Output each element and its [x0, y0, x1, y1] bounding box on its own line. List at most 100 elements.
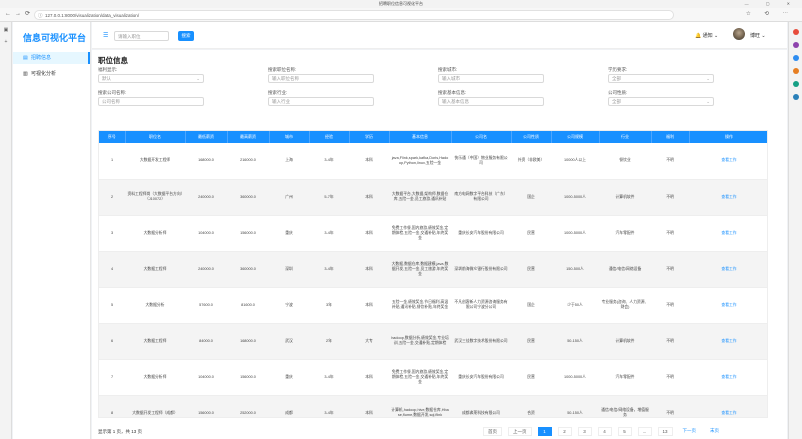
column-header[interactable]: 公司性质	[511, 131, 552, 143]
view-job-link[interactable]: 查看工作	[689, 143, 767, 180]
education-select[interactable]: 全部 ⌄	[608, 74, 714, 83]
tab-icon[interactable]: ▣	[2, 26, 10, 34]
table-cell: 50-150人	[551, 395, 599, 417]
info-icon: ⓘ	[38, 13, 43, 18]
list-icon: ▤	[23, 55, 28, 61]
view-job-link[interactable]: 查看工作	[689, 251, 767, 288]
page-button[interactable]: 4	[597, 427, 612, 436]
column-header[interactable]: 福利	[651, 131, 690, 143]
browser-toolbar-icons[interactable]: ☆ ⟲ ⋯	[746, 11, 794, 17]
table-row[interactable]: 7 大数据分析师 104000.0 156000.0 重庆 3-4年 本科 免费工作餐,国内旅…	[99, 359, 767, 396]
column-header[interactable]: 最高薪资	[227, 131, 270, 143]
app-icon[interactable]	[792, 42, 799, 48]
app-icon[interactable]	[792, 81, 799, 87]
user-menu[interactable]: 博旺 ⌄	[750, 32, 766, 39]
welfare-select[interactable]: 默认 ⌄	[98, 74, 204, 83]
url-field[interactable]: ⓘ 127.0.0.1:8000/visualization/data_visu…	[34, 10, 674, 20]
table-row[interactable]: 4 大数据工程师 240000.0 360000.0 深圳 3-4年 本科 大数据,数据仓库,…	[99, 251, 767, 288]
company-input[interactable]: 公司名称	[98, 97, 204, 106]
view-job-link[interactable]: 查看工作	[689, 215, 767, 252]
table-cell: 本科	[349, 143, 389, 180]
table-cell: 本科	[349, 251, 389, 288]
view-job-link[interactable]: 查看工作	[689, 287, 767, 324]
view-job-link[interactable]: 查看工作	[689, 323, 767, 360]
sidebar: 信息可视化平台 ▤ 招聘信息 ▥ 可视化分析	[13, 22, 91, 439]
app-icon[interactable]	[792, 55, 799, 61]
table-cell: 重庆长安汽车股份有限公司	[451, 215, 511, 252]
table-cell: 免费工作餐,国内旅游,绩效奖金,定期体检,五险一金,交通补贴,年终奖金	[389, 359, 451, 396]
table-cell: 大数据分析师	[125, 359, 185, 396]
avatar[interactable]	[733, 28, 745, 40]
column-header[interactable]: 基本信息	[389, 131, 452, 143]
page-button[interactable]: 首页	[483, 427, 502, 436]
app-icon[interactable]	[792, 68, 799, 74]
window-controls[interactable]: — ▢ ✕	[745, 0, 798, 8]
page-button[interactable]: 5	[617, 427, 632, 436]
table-cell: 50-150人	[551, 323, 599, 360]
column-header[interactable]: 学历	[349, 131, 390, 143]
username-label: 博旺	[750, 33, 761, 39]
search-input[interactable]: 请输入职位	[114, 31, 169, 41]
window-title: 招聘职位信息可视化平台	[379, 1, 423, 6]
column-header[interactable]: 最低薪资	[185, 131, 228, 143]
column-header[interactable]: 操作	[689, 131, 767, 143]
top-header: ☰ 请输入职位 搜索 🔔 通知 ⌄ 博旺 ⌄	[92, 22, 787, 49]
filter-label: 学历要求:	[608, 67, 628, 72]
filter-company: 搜索公司名称: 公司名称	[98, 90, 204, 106]
table-cell: 国企	[511, 179, 551, 216]
select-value: 默认	[102, 76, 111, 81]
column-header[interactable]: 城市	[269, 131, 310, 143]
app-icon[interactable]	[792, 94, 799, 100]
job-name-input[interactable]: 输入职位名称	[268, 74, 374, 83]
sidebar-item-jobs[interactable]: ▤ 招聘信息	[13, 52, 90, 64]
city-input[interactable]: 输入城市	[438, 74, 544, 83]
page-button[interactable]: 末页	[706, 427, 724, 436]
view-job-link[interactable]: 查看工作	[689, 359, 767, 396]
search-button[interactable]: 搜索	[178, 31, 194, 41]
industry-input[interactable]: 输入行业	[268, 97, 374, 106]
notification-menu[interactable]: 🔔 通知 ⌄	[695, 32, 718, 39]
filter-company-type: 公司性质: 全部 ⌄	[608, 90, 714, 106]
sidebar-item-analysis[interactable]: ▥ 可视化分析	[13, 68, 90, 80]
view-job-link[interactable]: 查看工作	[689, 179, 767, 216]
table-row[interactable]: 2 资料工程师岗（大数据平台方向）（J10072） 240000.0 360000.0…	[99, 179, 767, 216]
search-app-icon[interactable]	[792, 29, 799, 35]
page-button[interactable]: 13	[657, 427, 673, 436]
column-header[interactable]: 公司规模	[551, 131, 600, 143]
column-header[interactable]: 公司名	[451, 131, 512, 143]
company-type-select[interactable]: 全部 ⌄	[608, 97, 714, 106]
page-button[interactable]: ...	[637, 427, 652, 436]
table-cell: 大专	[349, 323, 389, 360]
browser-titlebar: 招聘职位信息可视化平台 — ▢ ✕	[0, 0, 802, 8]
column-header[interactable]: 序号	[99, 131, 126, 143]
page-button[interactable]: 下一页	[678, 427, 701, 436]
table-cell: 宁波	[269, 287, 309, 324]
table-row[interactable]: 6 大数据工程师 84000.0 168000.0 武汉 2年 大专 hadoop,数据分析,…	[99, 323, 767, 360]
filter-label: 搜索基本信息:	[438, 90, 467, 95]
table-cell: 本科	[349, 215, 389, 252]
browser-nav-buttons[interactable]: ←→⟳	[5, 10, 34, 17]
table-footer: 显示第 1 页，共 13 页 首页 上一页 1 2 3 4 5... 13 下一页 末页	[98, 427, 778, 437]
column-header[interactable]: 职位名	[125, 131, 186, 143]
chevron-down-icon: ⌄	[706, 99, 710, 104]
table-cell: 资料工程师岗（大数据平台方向）（J10072）	[125, 179, 185, 216]
page-button[interactable]: 上一页	[508, 427, 532, 436]
column-header[interactable]: 经验	[309, 131, 350, 143]
column-header[interactable]: 行业	[599, 131, 652, 143]
page-button[interactable]: 1	[537, 427, 552, 436]
page-button[interactable]: 3	[577, 427, 592, 436]
table-row[interactable]: 5 大数据分析 57600.0 81600.0 宁波 3年 本科 五险一金,绩效奖金,节日福利…	[99, 287, 767, 324]
table-cell: 1000-5000人	[551, 215, 599, 252]
table-row[interactable]: 8 大数据开发工程师（成都） 156000.0 252000.0 成都 3-4年 本科 计算机…	[99, 395, 767, 417]
table-cell: 餐饮业	[599, 143, 651, 180]
view-job-link[interactable]: 查看工作	[689, 395, 767, 417]
table-row[interactable]: 3 大数据分析师 104000.0 156000.0 重庆 3-4年 本科 免费工作餐,国内旅…	[99, 215, 767, 252]
job-table[interactable]: 序号 职位名 最低薪资 最高薪资 城市 经验 学历 基本信息 公司名 公司性质 …	[98, 130, 768, 418]
table-cell: 7	[99, 359, 125, 396]
table-cell: 外资（非欧美）	[511, 143, 551, 180]
menu-toggle-icon[interactable]: ☰	[103, 32, 108, 39]
page-button[interactable]: 2	[557, 427, 572, 436]
basic-info-input[interactable]: 输入基本信息	[438, 97, 544, 106]
table-row[interactable]: 1 大数据开发工程师 168000.0 216000.0 上海 3-4年 本科 java,Fl…	[99, 143, 767, 180]
add-tab-icon[interactable]: +	[2, 38, 10, 46]
